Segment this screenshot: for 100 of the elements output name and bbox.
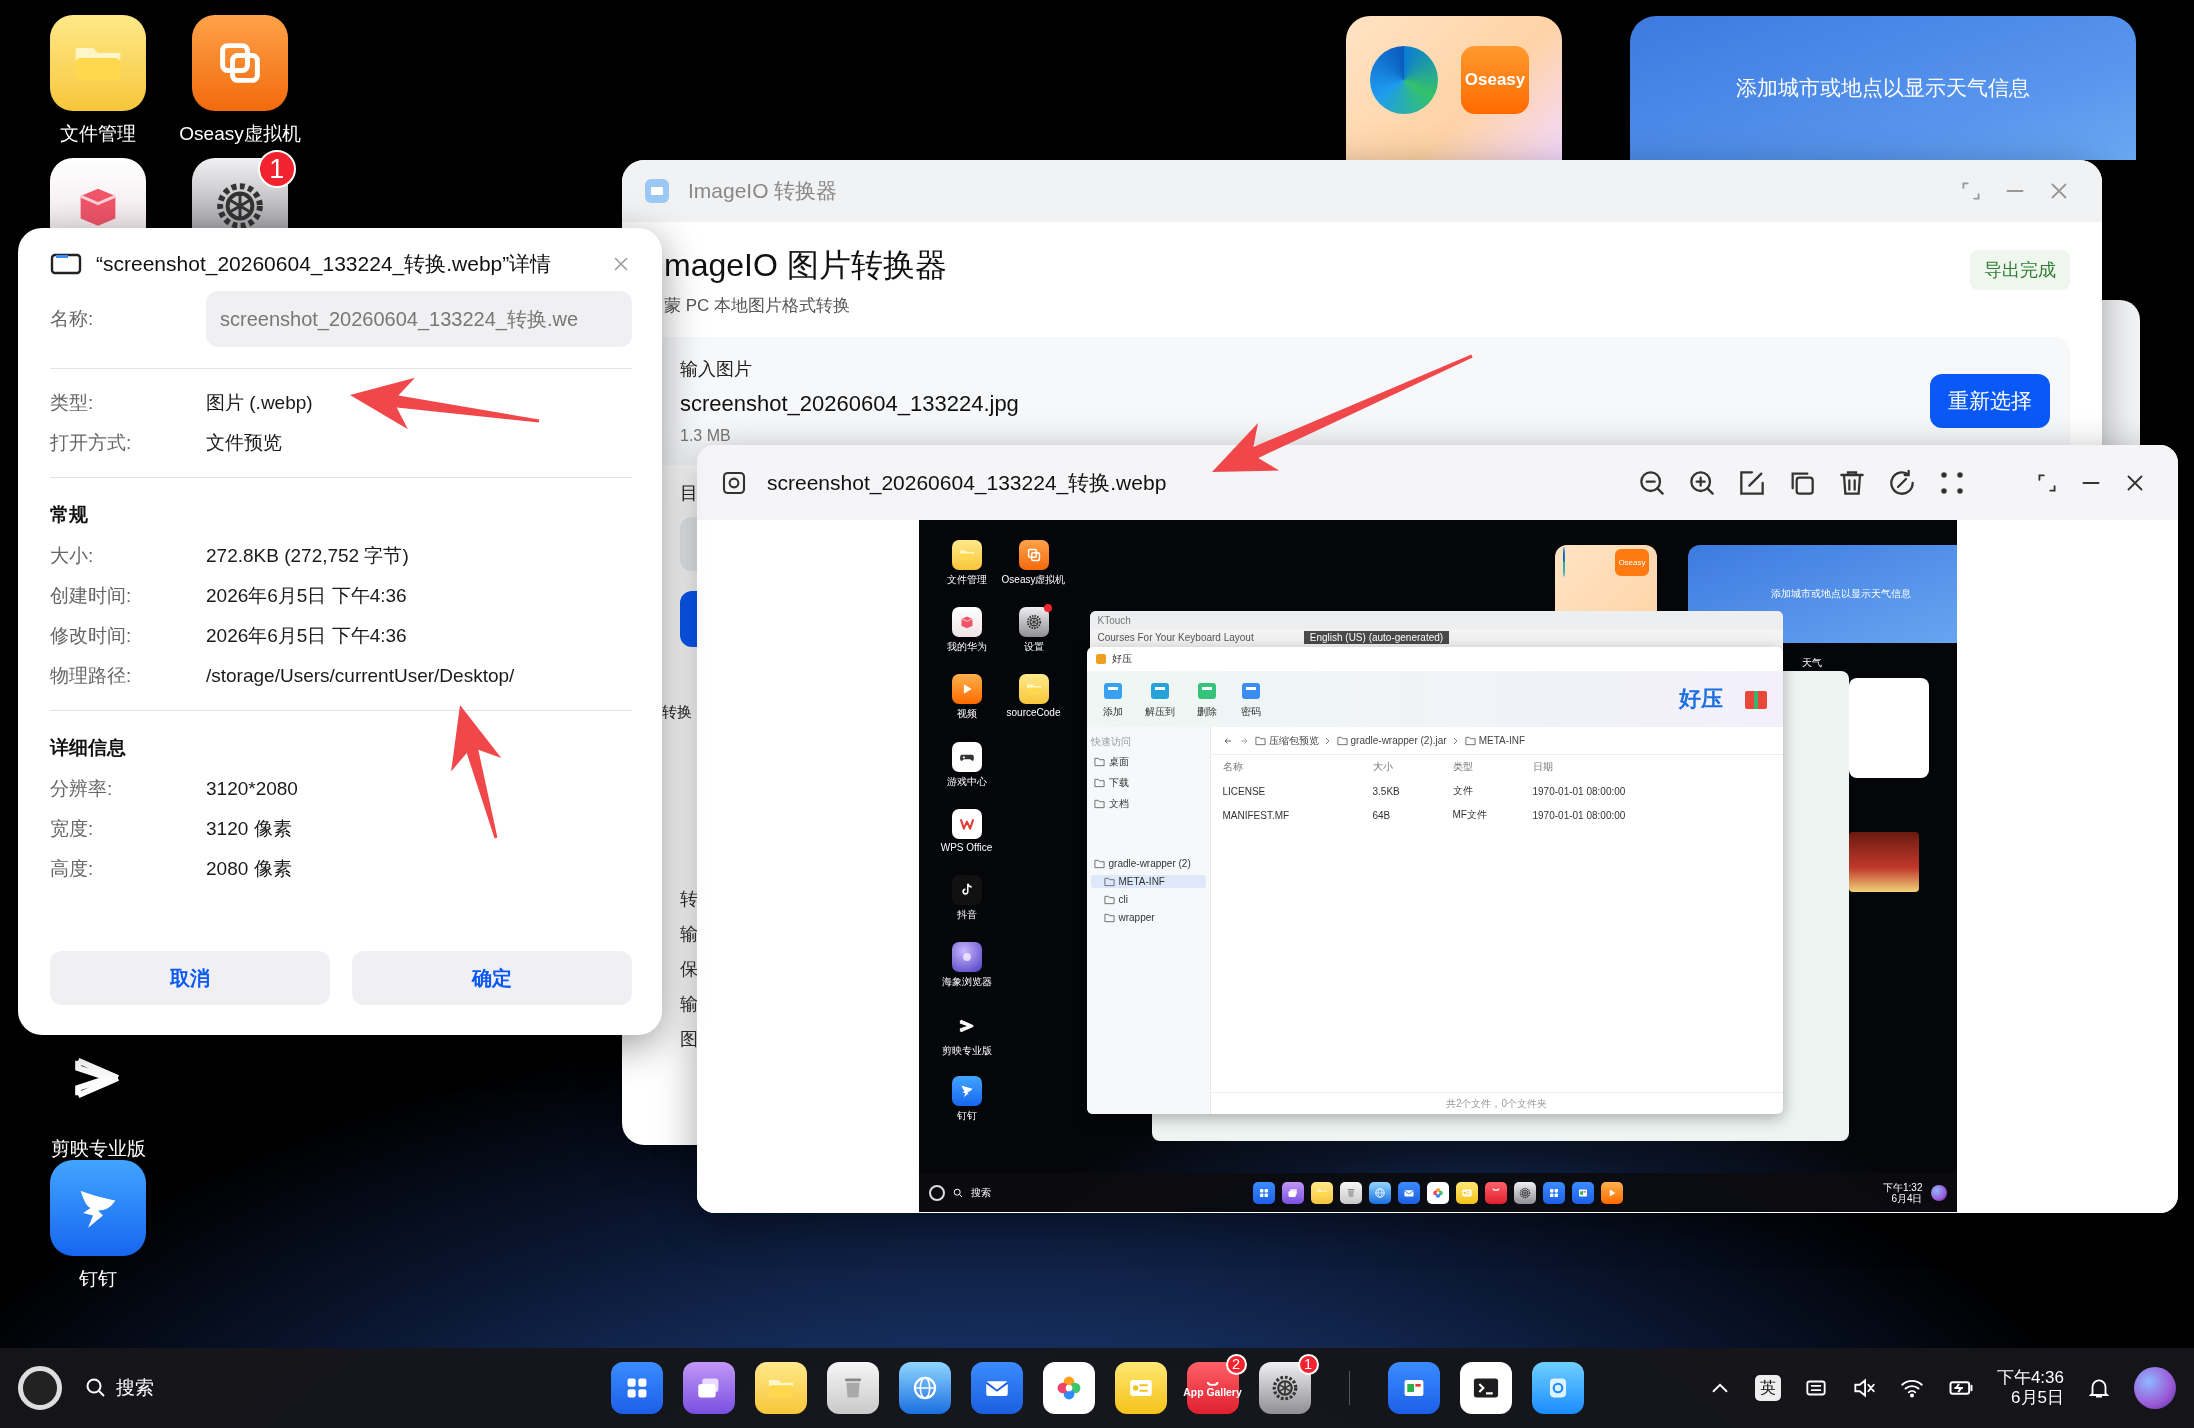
shopping-bag-app-icon	[1484, 1181, 1507, 1204]
tree-item[interactable]: wrapper	[1090, 911, 1206, 924]
avatar-circle	[1930, 1184, 1947, 1201]
sidebar-item[interactable]: 下载	[1090, 775, 1206, 791]
folder-app-icon[interactable]	[50, 15, 146, 111]
folder-icon	[1093, 778, 1105, 788]
widget-label: 天气	[1801, 656, 1822, 670]
field-value: 3120*2080	[206, 778, 298, 800]
app-label: 海象浏览器	[941, 975, 992, 989]
breadcrumb-item[interactable]: 压缩包预览	[1254, 733, 1319, 748]
table-cell-text: 1970-01-01 08:00:00	[1532, 784, 1627, 799]
toolbar-button[interactable]: 密码	[1238, 679, 1263, 719]
sidebar-item[interactable]: 桌面	[1090, 754, 1206, 770]
section-label: 转换	[662, 703, 692, 722]
squares-app-icon	[1018, 540, 1049, 570]
brand-logo: 好压	[1678, 685, 1723, 713]
column-header[interactable]: 日期	[1532, 755, 1771, 779]
avatar-circle[interactable]	[2134, 1367, 2176, 1409]
flower-app-icon[interactable]	[1042, 1362, 1095, 1414]
field-label: 宽度:	[50, 817, 95, 841]
select-field[interactable]	[680, 517, 697, 571]
chevron-right-icon	[1452, 736, 1459, 745]
field-value: 2026年6月5日 下午4:36	[206, 584, 407, 608]
primary-button[interactable]	[680, 591, 697, 647]
field-label: 类型:	[50, 391, 95, 415]
cards-app-icon[interactable]	[682, 1362, 735, 1414]
input-method-key[interactable]: 英	[1754, 1375, 1781, 1401]
grid-app-icon[interactable]	[610, 1362, 663, 1414]
result-line: 输	[680, 993, 698, 1016]
folder-app-icon	[1018, 674, 1049, 704]
tree-item[interactable]: META-INF	[1090, 875, 1206, 888]
folder-app-icon	[1310, 1181, 1333, 1204]
folder-icon	[1464, 735, 1476, 746]
dialog-button[interactable]: 取消	[50, 951, 330, 1005]
column-header[interactable]: 大小	[1372, 755, 1453, 779]
back-arrow-icon[interactable]	[1222, 735, 1233, 746]
field-value: 272.8KB (272,752 字节)	[206, 544, 409, 568]
sphere-app-icon	[951, 942, 982, 972]
dialog-button[interactable]: 确定	[352, 951, 632, 1005]
app-heading: mageIO 图片转换器	[664, 246, 947, 285]
file-name: screenshot_20260604_133224.jpg	[680, 391, 1019, 417]
field-label: 打开方式:	[50, 431, 133, 455]
image-converter-app-icon[interactable]	[1531, 1362, 1584, 1414]
toolbar-button[interactable]: 添加	[1100, 679, 1125, 719]
field-label: 高度:	[50, 857, 95, 881]
app-label: 抖音	[956, 908, 977, 922]
tree-item[interactable]: cli	[1090, 893, 1206, 906]
folder-icon	[1093, 757, 1105, 767]
breadcrumb-item[interactable]: gradle-wrapper (2).jar	[1336, 735, 1447, 746]
zigzag-logo-app-icon	[951, 809, 982, 839]
app-label: 文件管理	[946, 573, 987, 587]
note-card-app-icon	[1455, 1181, 1478, 1204]
terminal-app-icon[interactable]	[1459, 1362, 1512, 1414]
notification-badge: 2	[1225, 1354, 1247, 1375]
tree-item[interactable]: gradle-wrapper (2)	[1090, 857, 1206, 870]
table-cell-text: 3.5KB	[1372, 784, 1401, 799]
squares-app-icon[interactable]	[192, 15, 288, 111]
toolbar-button[interactable]: 删除	[1194, 679, 1219, 719]
search-icon[interactable]	[952, 1187, 963, 1198]
field-label: 分辨率:	[50, 777, 114, 801]
envelope-app-icon[interactable]	[970, 1362, 1023, 1414]
column-header[interactable]: 名称	[1222, 755, 1373, 779]
section-label: 输入图片	[680, 358, 752, 381]
app-label: sourceCode	[1006, 707, 1061, 718]
play-app-icon	[1600, 1181, 1623, 1204]
search-label[interactable]: 搜索	[970, 1185, 991, 1200]
table-cell-text: MF文件	[1452, 808, 1488, 822]
result-line: 转	[680, 888, 698, 911]
sidebar-heading: 快速访问	[1090, 735, 1132, 749]
folder-icon	[1254, 735, 1266, 746]
note-card-app-icon[interactable]	[1114, 1362, 1167, 1414]
dialog-title: “screenshot_20260604_133224_转换.webp”详情	[96, 251, 552, 278]
breadcrumb-item[interactable]: META-INF	[1464, 735, 1526, 746]
photo-placeholder	[1848, 832, 1919, 892]
gamepad-app-icon	[951, 742, 982, 772]
column-header[interactable]: 类型	[1452, 755, 1533, 779]
name-field[interactable]: screenshot_20260604_133224_转换.we	[206, 291, 632, 347]
app-label: 剪映专业版	[941, 1044, 992, 1058]
globe-app-icon	[1368, 1181, 1391, 1204]
field-label: 大小:	[50, 544, 95, 568]
trash-app-icon[interactable]	[826, 1362, 879, 1414]
app-icon	[644, 178, 670, 204]
clock-date: 6月4日	[1891, 1192, 1923, 1204]
app-label: Oseasy虚拟机	[1001, 573, 1066, 587]
notification-badge: 1	[257, 150, 296, 189]
status-text: 共2个文件，0个文件夹	[1445, 1096, 1548, 1111]
wing-app-icon[interactable]	[50, 1160, 146, 1256]
folder-app-icon[interactable]	[754, 1362, 807, 1414]
start-button[interactable]	[18, 1366, 62, 1410]
sidebar-item[interactable]: 文档	[1090, 796, 1206, 812]
search-button[interactable]: 搜索	[84, 1375, 154, 1401]
document-app-icon[interactable]	[1387, 1362, 1440, 1414]
app-label: 钉钉	[79, 1267, 117, 1291]
toolbar-button[interactable]: 解压到	[1144, 679, 1175, 719]
reselect-button[interactable]: 重新选择	[1930, 374, 2050, 428]
app-label: 游戏中心	[946, 775, 987, 789]
start-button[interactable]	[928, 1184, 945, 1201]
result-line: 输	[680, 923, 698, 946]
globe-app-icon[interactable]	[898, 1362, 951, 1414]
archive-app-icon	[1094, 653, 1107, 665]
